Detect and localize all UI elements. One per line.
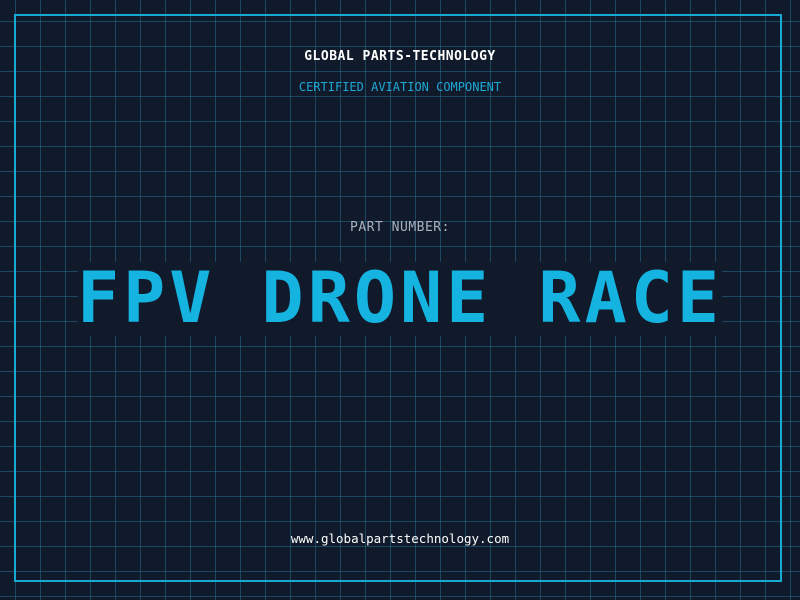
tagline: CERTIFIED AVIATION COMPONENT xyxy=(298,80,502,94)
part-number: FPV DRONE RACE xyxy=(76,257,723,339)
website-url: www.globalpartstechnology.com xyxy=(290,531,510,546)
part-number-label: PART NUMBER: xyxy=(350,220,450,235)
brand-name: GLOBAL PARTS-TECHNOLOGY xyxy=(304,49,496,64)
